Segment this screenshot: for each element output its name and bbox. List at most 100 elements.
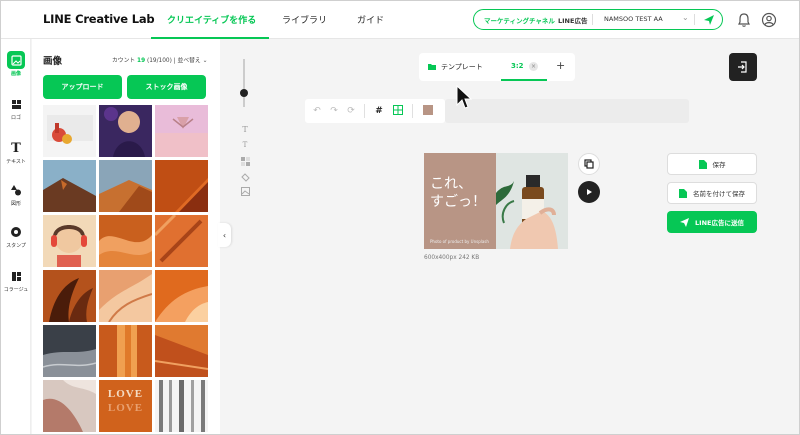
toolbar-extension bbox=[445, 99, 689, 123]
love-letters: LOVE bbox=[107, 388, 144, 400]
image-thumbnail[interactable] bbox=[155, 215, 208, 267]
headline-line-1: これ、 bbox=[430, 176, 473, 192]
account-divider bbox=[592, 14, 593, 25]
close-tab-icon[interactable]: × bbox=[529, 62, 538, 71]
shape-icon bbox=[7, 181, 25, 199]
zoom-slider-track[interactable] bbox=[243, 59, 245, 107]
send-to-line-ads-button[interactable]: LINE広告に送信 bbox=[667, 211, 757, 233]
collapse-panel-button[interactable]: ‹ bbox=[218, 223, 231, 247]
nav-guide[interactable]: ガイド bbox=[357, 13, 384, 26]
image-thumbnail[interactable] bbox=[99, 215, 152, 267]
chevron-down-icon[interactable]: ⌄ bbox=[682, 13, 689, 22]
exit-button[interactable] bbox=[729, 53, 757, 81]
nav-create[interactable]: クリエイティブを作る bbox=[167, 13, 256, 26]
save-label: 保存 bbox=[712, 161, 726, 169]
account-selector[interactable]: マーケティングチャネル LINE広告 NAMSOO TEST AA ⌄ bbox=[473, 9, 723, 30]
send-icon[interactable] bbox=[702, 13, 716, 27]
image-count[interactable]: カウント 19 (19/100) | 並べ替え ⌄ bbox=[112, 55, 207, 64]
app-frame: LINE Creative Lab クリエイティブを作る ライブラリ ガイド マ… bbox=[0, 0, 800, 435]
redo-icon[interactable]: ↷ bbox=[328, 105, 340, 117]
image-thumbnail[interactable] bbox=[43, 270, 96, 322]
rail-label: 画像 bbox=[10, 71, 21, 77]
folder-icon bbox=[428, 64, 436, 70]
image-thumbnail[interactable] bbox=[155, 105, 208, 157]
toolbar-divider bbox=[364, 104, 365, 118]
fill-tool-icon[interactable] bbox=[239, 173, 251, 185]
image-thumbnail[interactable]: LOVE LOVE bbox=[99, 380, 152, 432]
logo-icon bbox=[7, 95, 25, 113]
count-detail: (19/100) | 並べ替え bbox=[146, 58, 201, 64]
image-thumbnail[interactable] bbox=[43, 105, 96, 157]
count-label: カウント bbox=[112, 58, 136, 64]
rail-label: 図形 bbox=[10, 201, 21, 207]
account-ad-label: LINE広告 bbox=[558, 17, 588, 25]
image-thumbnail[interactable] bbox=[155, 160, 208, 212]
image-thumbnail[interactable] bbox=[43, 325, 96, 377]
image-tool-icon[interactable] bbox=[239, 187, 251, 199]
edit-toolbar: ↶ ↷ ⟳ # bbox=[305, 99, 445, 123]
panel-title: 画像 bbox=[43, 56, 63, 67]
undo-icon[interactable]: ↶ bbox=[311, 105, 323, 117]
save-as-label: 名前を付けて保存 bbox=[693, 190, 745, 198]
play-icon bbox=[587, 189, 592, 195]
account-divider-2 bbox=[694, 14, 695, 25]
bell-icon[interactable] bbox=[736, 12, 752, 28]
save-button[interactable]: 保存 bbox=[667, 153, 757, 175]
duplicate-button[interactable] bbox=[578, 153, 600, 175]
template-label[interactable]: テンプレート bbox=[441, 62, 483, 72]
play-button[interactable] bbox=[578, 181, 600, 203]
user-icon[interactable] bbox=[761, 12, 777, 28]
send-icon bbox=[680, 217, 690, 227]
image-thumbnail[interactable] bbox=[43, 380, 96, 432]
stock-image-button[interactable]: ストック画像 bbox=[127, 75, 206, 99]
grid-icon[interactable] bbox=[392, 105, 404, 117]
save-as-button[interactable]: 名前を付けて保存 bbox=[667, 182, 757, 204]
refresh-icon[interactable]: ⟳ bbox=[345, 105, 357, 117]
text-tool-icon[interactable]: T bbox=[239, 125, 251, 137]
image-panel: 画像 カウント 19 (19/100) | 並べ替え ⌄ アップロード ストック… bbox=[32, 39, 220, 434]
pattern-tool-icon[interactable] bbox=[239, 157, 251, 169]
image-thumbnail[interactable] bbox=[99, 105, 152, 157]
love-letters-reflection: LOVE bbox=[107, 402, 144, 414]
image-grid: LOVE LOVE bbox=[43, 105, 208, 434]
rail-item-shape[interactable]: 図形 bbox=[1, 181, 31, 207]
template-tab-bar: テンプレート 3:2 × + bbox=[419, 53, 575, 81]
count-value: 19 bbox=[137, 58, 146, 64]
rail-item-collage[interactable]: コラージュ bbox=[1, 267, 31, 293]
image-thumbnail[interactable] bbox=[43, 160, 96, 212]
tab-ratio[interactable]: 3:2 bbox=[511, 62, 524, 70]
stamp-icon bbox=[7, 223, 25, 241]
rail-item-text[interactable]: T テキスト bbox=[1, 139, 31, 166]
chevron-down-icon[interactable]: ⌄ bbox=[203, 58, 208, 64]
add-tab-icon[interactable]: + bbox=[556, 59, 565, 72]
app-logo[interactable]: LINE Creative Lab bbox=[43, 12, 155, 26]
image-thumbnail[interactable] bbox=[99, 270, 152, 322]
design-canvas[interactable]: これ、 すごっ！ Photo of product by Unsplash bbox=[424, 153, 568, 249]
exit-icon bbox=[738, 61, 747, 73]
upload-button[interactable]: アップロード bbox=[43, 75, 122, 99]
image-thumbnail[interactable] bbox=[43, 215, 96, 267]
crop-icon[interactable]: # bbox=[373, 105, 385, 117]
rail-label: テキスト bbox=[6, 159, 26, 165]
image-thumbnail[interactable] bbox=[99, 325, 152, 377]
color-swatch-icon[interactable] bbox=[422, 105, 434, 117]
canvas-size-info: 600x400px 242 KB bbox=[424, 255, 480, 261]
rail-item-logo[interactable]: ロゴ bbox=[1, 95, 31, 121]
image-thumbnail[interactable] bbox=[155, 270, 208, 322]
headline-line-2: すごっ！ bbox=[430, 194, 486, 210]
canvas-headline[interactable]: これ、 すごっ！ bbox=[430, 175, 486, 211]
text-icon: T bbox=[11, 140, 21, 156]
text-small-tool-icon[interactable]: T bbox=[239, 141, 251, 153]
rail-item-image[interactable]: 画像 bbox=[1, 51, 31, 77]
canvas-product-photo[interactable] bbox=[496, 153, 568, 249]
image-thumbnail[interactable] bbox=[99, 160, 152, 212]
top-header: LINE Creative Lab クリエイティブを作る ライブラリ ガイド マ… bbox=[1, 1, 799, 39]
duplicate-icon bbox=[584, 159, 594, 169]
rail-item-stamp[interactable]: スタンプ bbox=[1, 223, 31, 249]
zoom-slider-handle[interactable] bbox=[240, 89, 248, 97]
mouse-cursor-icon bbox=[456, 85, 472, 109]
file-icon bbox=[698, 159, 707, 169]
image-thumbnail[interactable] bbox=[155, 380, 208, 432]
image-thumbnail[interactable] bbox=[155, 325, 208, 377]
nav-library[interactable]: ライブラリ bbox=[282, 13, 327, 26]
